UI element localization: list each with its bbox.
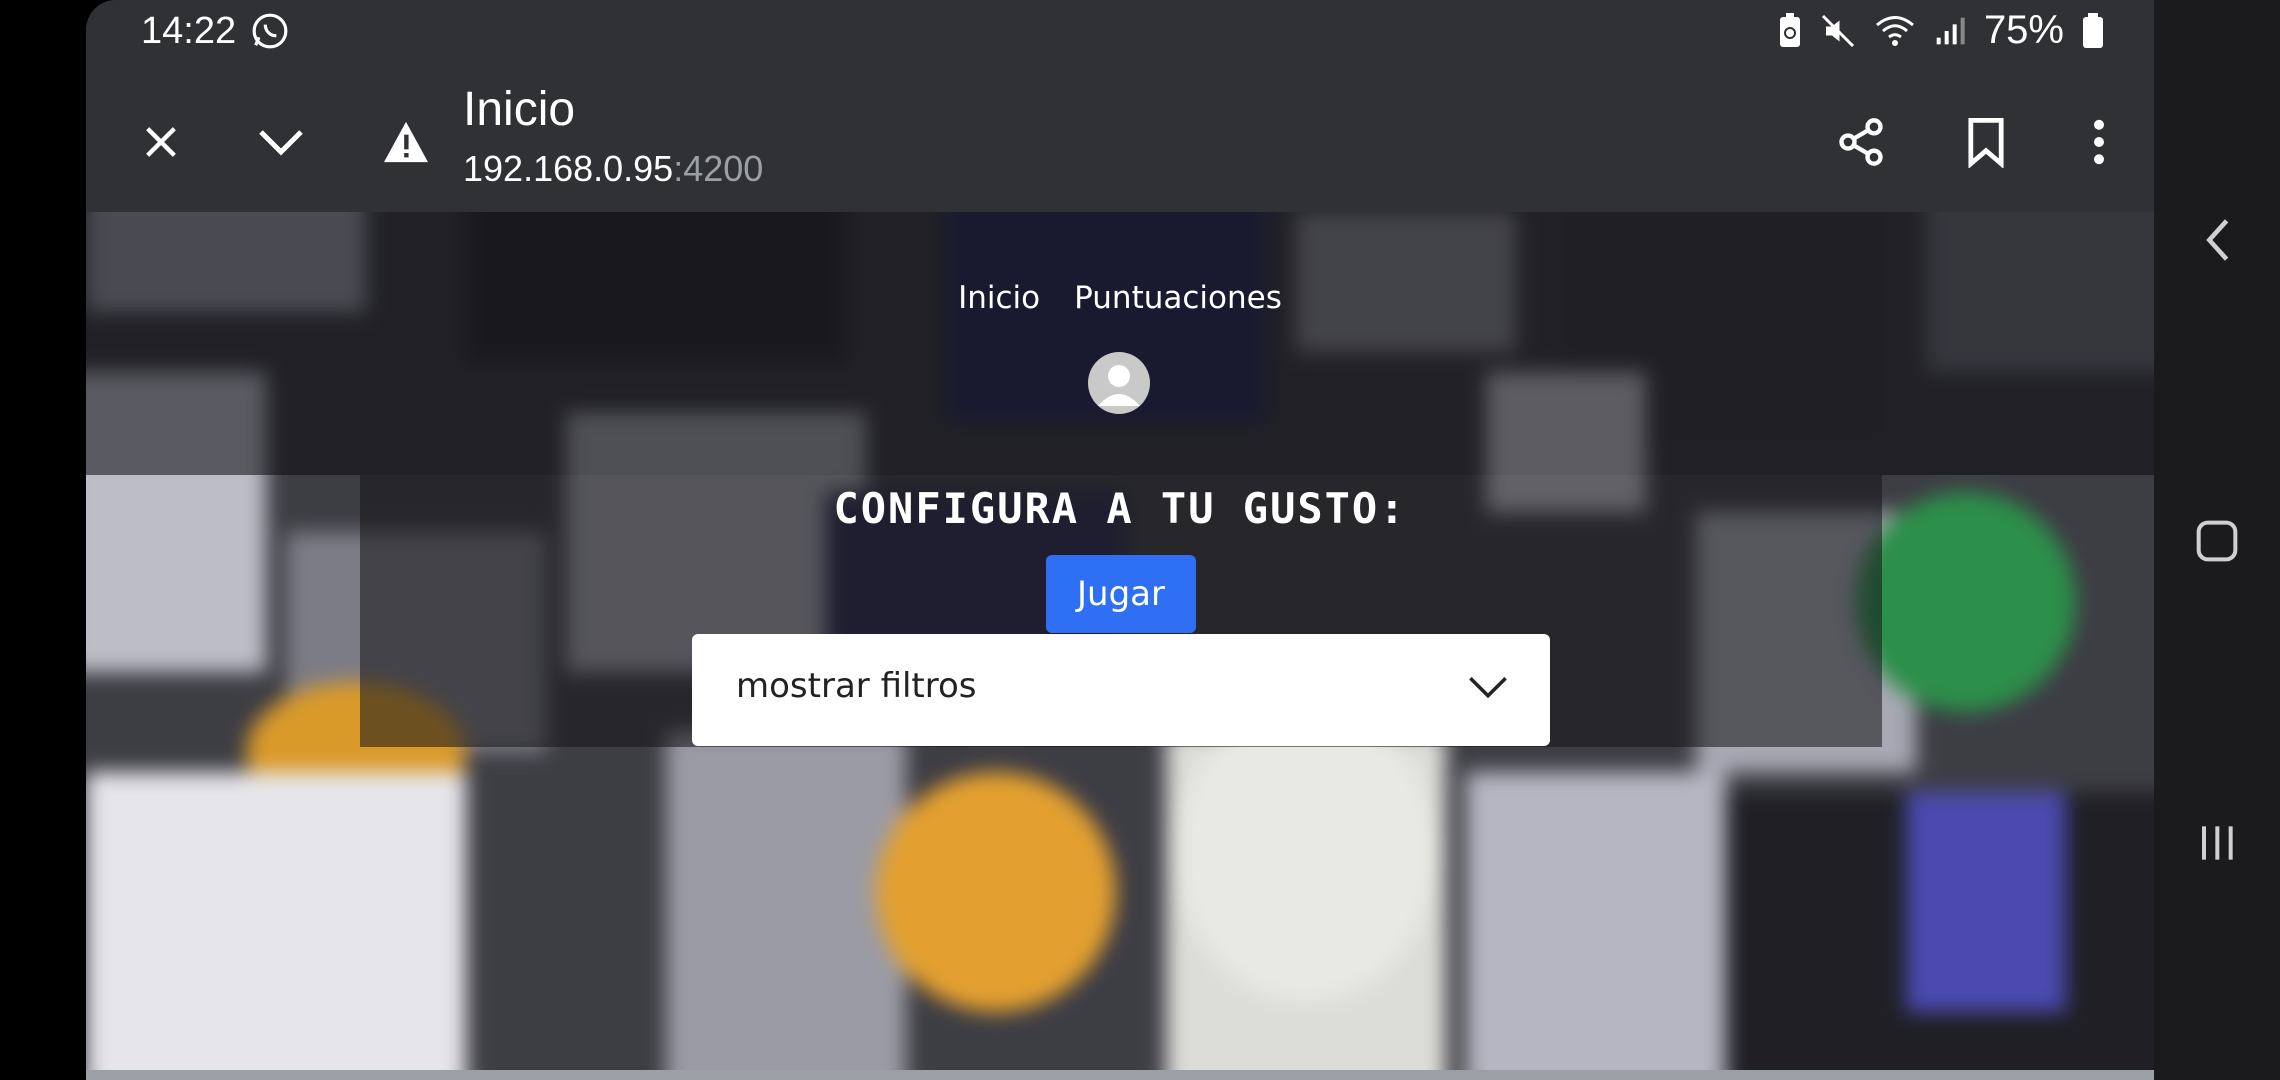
battery-icon xyxy=(2083,12,2103,48)
close-icon[interactable] xyxy=(126,107,196,177)
header-overlay xyxy=(86,212,2154,475)
chevron-down-icon xyxy=(1469,676,1507,699)
status-icons: 75% xyxy=(1778,8,2104,53)
filters-select[interactable]: mostrar filtros xyxy=(692,634,1550,746)
filters-select-label: mostrar filtros xyxy=(736,666,977,706)
whatsapp-icon xyxy=(252,13,288,49)
warning-icon[interactable] xyxy=(371,107,441,177)
avatar[interactable] xyxy=(1088,352,1150,414)
signal-icon xyxy=(1936,17,1965,44)
bookmark-icon[interactable] xyxy=(1946,102,2026,182)
play-button[interactable]: Jugar xyxy=(1046,555,1196,633)
more-vert-icon[interactable] xyxy=(2059,102,2139,182)
page-url[interactable]: 192.168.0.95:4200 xyxy=(463,148,763,190)
phone-screen: 14:22 75% Inicio 192.168.0.95:4200 Inici… xyxy=(86,0,2154,1080)
status-time: 14:22 xyxy=(141,10,237,52)
nav-link-puntuaciones[interactable]: Puntuaciones xyxy=(1074,280,1282,316)
battery-percent: 75% xyxy=(1983,8,2064,52)
url-port: :4200 xyxy=(673,148,764,189)
back-icon[interactable] xyxy=(2192,215,2242,265)
wifi-icon xyxy=(1875,15,1914,46)
recent-apps-icon[interactable] xyxy=(2192,818,2242,868)
mute-icon xyxy=(1821,14,1854,47)
bottom-edge xyxy=(86,1070,2154,1080)
config-title: CONFIGURA A TU GUSTO: xyxy=(833,484,1407,533)
battery-saver-icon xyxy=(1779,12,1800,47)
page-title: Inicio xyxy=(463,83,576,136)
web-content: Inicio Puntuaciones CONFIGURA A TU GUSTO… xyxy=(86,212,2154,1070)
home-icon[interactable] xyxy=(2192,516,2242,566)
left-bezel xyxy=(0,0,86,1080)
status-bar: 14:22 75% xyxy=(86,0,2154,62)
main-nav: Inicio Puntuaciones xyxy=(86,280,2154,316)
browser-toolbar: Inicio 192.168.0.95:4200 xyxy=(86,62,2154,212)
chevron-down-icon[interactable] xyxy=(246,107,316,177)
share-icon[interactable] xyxy=(1821,102,1901,182)
system-nav-bar xyxy=(2154,0,2280,1080)
nav-link-inicio[interactable]: Inicio xyxy=(958,280,1040,316)
url-host: 192.168.0.95 xyxy=(463,148,674,189)
